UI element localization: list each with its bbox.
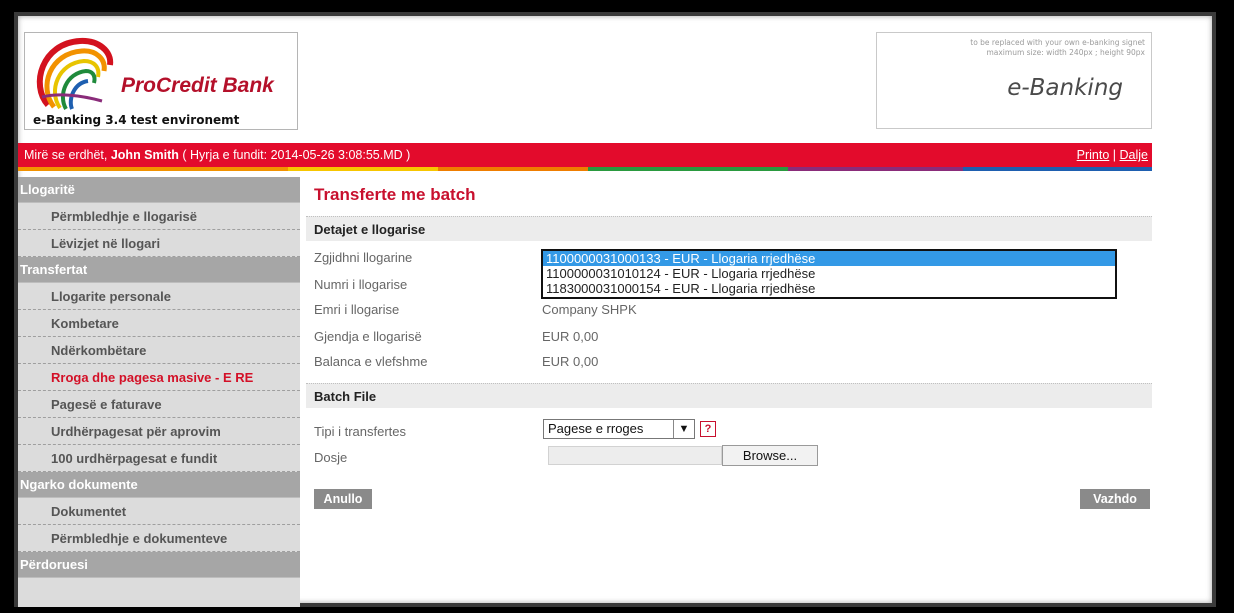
available-balance-value: EUR 0,00 xyxy=(542,354,599,369)
nav-item-account-summary[interactable]: Përmbledhje e llogarisë xyxy=(18,203,300,230)
color-stripe-orange2 xyxy=(438,167,588,171)
welcome-prefix: Mirë se erdhët, xyxy=(24,148,111,162)
account-state-value: EUR 0,00 xyxy=(542,329,599,344)
print-link[interactable]: Printo xyxy=(1077,148,1110,162)
transfer-type-select[interactable]: Pagese e rroges ▼ xyxy=(543,419,695,439)
chevron-down-icon[interactable]: ▼ xyxy=(673,420,694,438)
bank-name: ProCredit Bank xyxy=(121,74,274,97)
account-name-label: Emri i llogarise xyxy=(314,302,400,317)
welcome-text: Mirë se erdhët, John Smith ( Hyrja e fun… xyxy=(24,143,410,167)
color-stripe-purple xyxy=(788,167,963,171)
browse-button[interactable]: Browse... xyxy=(722,445,818,466)
bank-logo[interactable]: ProCredit Bank e-Banking 3.4 test enviro… xyxy=(24,32,298,130)
sidebar-nav: Llogaritë Përmbledhje e llogarisë Lëvizj… xyxy=(18,177,300,607)
nav-section-upload-documents[interactable]: Ngarko dokumente xyxy=(18,472,300,498)
signet-note-line1: to be replaced with your own e-banking s… xyxy=(970,38,1145,47)
signet-note-line2: maximum size: width 240px ; height 90px xyxy=(986,48,1145,57)
signet-note: to be replaced with your own e-banking s… xyxy=(885,38,1145,58)
last-login-info: ( Hyrja e fundit: 2014-05-26 3:08:55.MD … xyxy=(178,148,411,162)
color-stripe-blue xyxy=(963,167,1152,171)
nav-section-transfers[interactable]: Transfertat xyxy=(18,257,300,283)
help-icon[interactable]: ? xyxy=(700,421,716,437)
file-label: Dosje xyxy=(314,450,348,465)
select-account-label: Zgjidhni llogarine xyxy=(314,250,413,265)
file-path-field[interactable] xyxy=(548,446,722,465)
available-balance-label: Balanca e vlefshme xyxy=(314,354,428,369)
nav-item-last-100-orders[interactable]: 100 urdhërpagesat e fundit xyxy=(18,445,300,472)
nav-item-domestic[interactable]: Kombetare xyxy=(18,310,300,337)
transfer-type-label: Tipi i transfertes xyxy=(314,424,406,439)
logout-link[interactable]: Dalje xyxy=(1120,148,1149,162)
procredit-logo-icon xyxy=(36,37,114,110)
environment-label: e-Banking 3.4 test environemt xyxy=(33,113,240,127)
signet-title: e-Banking xyxy=(1007,75,1123,101)
nav-item-personal-accounts[interactable]: Llogarite personale xyxy=(18,283,300,310)
nav-item-documents-summary[interactable]: Përmbledhje e dokumenteve xyxy=(18,525,300,552)
nav-item-documents[interactable]: Dokumentet xyxy=(18,498,300,525)
account-number-label: Numri i llogarise xyxy=(314,277,408,292)
nav-item-mass-payments[interactable]: Rroga dhe pagesa masive - E RE xyxy=(18,364,300,391)
nav-item-international[interactable]: Ndërkombëtare xyxy=(18,337,300,364)
color-stripe-yellow xyxy=(288,167,438,171)
link-separator: | xyxy=(1109,148,1120,162)
color-stripe-orange xyxy=(18,167,288,171)
nav-item-account-movements[interactable]: Lëvizjet në llogari xyxy=(18,230,300,257)
nav-item-orders-for-approval[interactable]: Urdhërpagesat për aprovim xyxy=(18,418,300,445)
page-title: Transferte me batch xyxy=(314,185,476,204)
account-name-value: Company SHPK xyxy=(542,302,637,317)
user-name: John Smith xyxy=(110,148,179,162)
nav-section-user[interactable]: Përdoruesi xyxy=(18,552,300,578)
batch-file-heading: Batch File xyxy=(306,383,1152,408)
account-option[interactable]: 1183000031000154 - EUR - Llogaria rrjedh… xyxy=(543,281,1115,296)
nav-item-bill-payment[interactable]: Pagesë e faturave xyxy=(18,391,300,418)
account-select-listbox[interactable]: 1100000031000133 - EUR - Llogaria rrjedh… xyxy=(541,249,1117,299)
cancel-button[interactable]: Anullo xyxy=(314,489,372,509)
nav-section-accounts[interactable]: Llogaritë xyxy=(18,177,300,203)
top-links: Printo | Dalje xyxy=(1077,143,1148,167)
account-details-heading: Detajet e llogarise xyxy=(306,216,1152,241)
color-stripe-green xyxy=(588,167,788,171)
continue-button[interactable]: Vazhdo xyxy=(1080,489,1150,509)
account-option[interactable]: 1100000031000133 - EUR - Llogaria rrjedh… xyxy=(543,251,1115,266)
transfer-type-value: Pagese e rroges xyxy=(548,421,644,436)
account-state-label: Gjendja e llogarisë xyxy=(314,329,422,344)
signet-placeholder: to be replaced with your own e-banking s… xyxy=(876,32,1152,129)
account-option[interactable]: 1100000031010124 - EUR - Llogaria rrjedh… xyxy=(543,266,1115,281)
welcome-bar: Mirë se erdhët, John Smith ( Hyrja e fun… xyxy=(18,143,1152,167)
